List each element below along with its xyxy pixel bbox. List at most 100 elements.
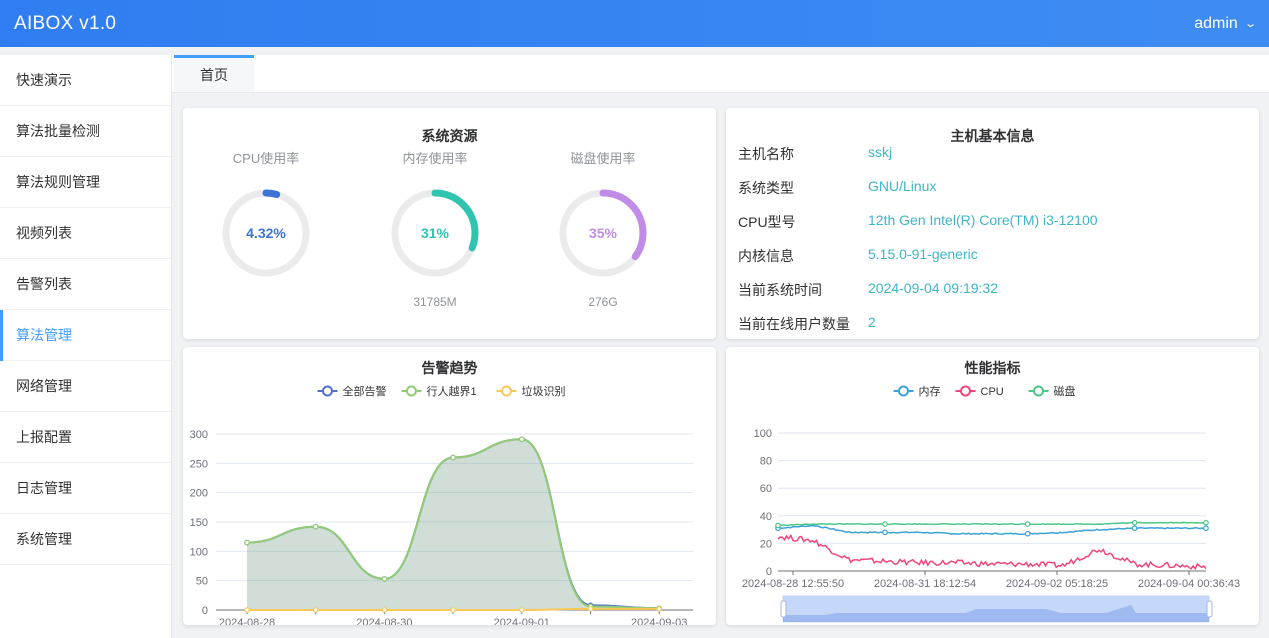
host-info-label: CPU型号 — [738, 214, 796, 230]
data-point — [1203, 519, 1209, 526]
disk-label: 磁盘使用率 — [570, 151, 636, 166]
x-tick-label: 2024-09-03 — [631, 617, 687, 625]
performance-chart: 0 20 40 60 80 100 2024-08-28 12:55:50 2024-08-3… — [742, 384, 1240, 623]
sidebar: 快速演示 算法批量检测 算法规则管理 视频列表 告警列表 算法管理 网络管理 上报配置 日志管理… — [0, 55, 172, 638]
cpu-gauge-value: 4.32% — [246, 225, 286, 241]
data-point — [775, 522, 781, 529]
series-line-CPU — [777, 533, 1207, 571]
panel-title: 主机基本信息 — [950, 128, 1035, 144]
y-tick-label: 40 — [760, 511, 772, 523]
host-info-value: 2024-09-04 09:19:32 — [868, 280, 998, 296]
legend-marker — [322, 385, 333, 397]
data-point — [882, 529, 888, 536]
legend-marker — [898, 385, 909, 397]
sidebar-item[interactable]: 算法管理 — [0, 310, 171, 361]
sidebar-item[interactable]: 告警列表 — [0, 259, 171, 310]
data-point — [518, 607, 525, 613]
series-area-行人越界1 — [247, 439, 660, 610]
legend-marker — [406, 385, 417, 397]
user-menu[interactable]: admin ⌄ — [1194, 14, 1257, 33]
app-title: AIBOX v1.0 — [14, 12, 117, 34]
alert-trend-panel: 告警趋势 0 50 100 150 200 250 300 2024-08-28 2024-08… — [183, 347, 716, 625]
top-bar: AIBOX v1.0 admin ⌄ — [0, 0, 1269, 47]
host-info-label: 系统类型 — [738, 180, 794, 196]
host-info-label: 当前系统时间 — [738, 282, 822, 298]
legend-label: 磁盘 — [1054, 384, 1076, 398]
y-tick-label: 0 — [202, 605, 208, 617]
zoom-handle-right — [1206, 600, 1213, 618]
data-point — [381, 576, 388, 582]
data-point — [381, 607, 388, 613]
y-tick-label: 100 — [754, 428, 772, 440]
y-tick-label: 100 — [190, 546, 208, 558]
y-tick-label: 300 — [190, 429, 208, 441]
x-tick-label: 2024-08-28 12:55:50 — [742, 578, 844, 590]
data-point — [656, 606, 663, 612]
legend-label: 全部告警 — [343, 384, 387, 398]
data-point — [1131, 525, 1138, 532]
sidebar-item[interactable]: 日志管理 — [0, 463, 171, 514]
legend-marker — [501, 385, 512, 397]
host-info-panel: 主机基本信息 主机名称 sskj 系统类型 GNU/Linux CPU型号 12th Ge… — [726, 108, 1259, 339]
host-info-value: 2 — [868, 314, 876, 330]
chevron-down-icon: ⌄ — [1243, 18, 1257, 30]
usage-gauges: 4.32% 31% 35% — [222, 189, 647, 277]
y-tick-label: 60 — [760, 483, 772, 495]
zoom-handle-left — [780, 600, 787, 618]
disk-total: 276G — [588, 295, 618, 309]
x-tick-label: 2024-08-28 — [219, 617, 275, 625]
legend-marker — [1033, 385, 1044, 397]
data-point — [450, 454, 456, 461]
host-info-label: 内核信息 — [738, 248, 794, 264]
legend-marker — [960, 385, 971, 397]
sidebar-item[interactable]: 视频列表 — [0, 208, 171, 259]
data-point — [244, 539, 250, 546]
series-line-内存 — [777, 524, 1206, 536]
y-tick-label: 80 — [760, 456, 772, 468]
tab-bar: 首页 — [172, 55, 1269, 93]
series-line-磁盘 — [777, 521, 1207, 527]
data-point — [450, 607, 456, 613]
legend-label: 垃圾识别 — [522, 384, 566, 398]
data-point — [882, 521, 888, 527]
data-point — [587, 606, 594, 612]
host-info-value: 12th Gen Intel(R) Core(TM) i3-12100 — [868, 212, 1098, 228]
sidebar-item[interactable]: 快速演示 — [0, 55, 171, 106]
sidebar-item[interactable]: 网络管理 — [0, 361, 171, 412]
data-point — [312, 607, 319, 613]
x-tick-label: 2024-08-31 18:12:54 — [874, 578, 976, 590]
data-point — [518, 436, 525, 443]
cpu-label: CPU使用率 — [232, 151, 300, 166]
data-point — [1024, 530, 1031, 537]
data-point — [1024, 521, 1031, 527]
sidebar-item[interactable]: 算法批量检测 — [0, 106, 171, 157]
sidebar-item[interactable]: 系统管理 — [0, 514, 171, 565]
y-tick-label: 50 — [196, 576, 208, 588]
y-tick-label: 250 — [190, 458, 208, 470]
y-tick-label: 0 — [766, 566, 772, 578]
user-name: admin — [1194, 14, 1238, 32]
mem-gauge-value: 31% — [421, 225, 450, 241]
data-point — [1203, 525, 1209, 532]
alert-trend-chart: 0 50 100 150 200 250 300 2024-08-28 2024-08-30 20… — [190, 384, 693, 625]
x-tick-label: 2024-09-02 05:18:25 — [1006, 578, 1108, 590]
x-tick-label: 2024-09-01 — [494, 617, 550, 625]
disk-gauge-value: 35% — [589, 225, 618, 241]
host-info-label: 当前在线用户数量 — [738, 316, 850, 332]
data-point — [244, 607, 250, 613]
sidebar-item[interactable]: 算法规则管理 — [0, 157, 171, 208]
mem-label: 内存使用率 — [402, 151, 468, 166]
y-tick-label: 20 — [760, 538, 772, 550]
tab-home[interactable]: 首页 — [174, 55, 254, 92]
legend-label: 行人越界1 — [427, 384, 477, 398]
host-info-label: 主机名称 — [738, 146, 794, 162]
data-point — [312, 523, 319, 530]
x-tick-label: 2024-09-04 00:36:43 — [1138, 578, 1240, 590]
mem-total: 31785M — [413, 295, 457, 309]
y-tick-label: 150 — [190, 517, 208, 529]
sidebar-item[interactable]: 上报配置 — [0, 412, 171, 463]
y-tick-label: 200 — [190, 488, 208, 500]
legend-label: CPU — [981, 386, 1004, 398]
host-info-value: sskj — [868, 144, 893, 160]
data-point — [1131, 519, 1138, 526]
